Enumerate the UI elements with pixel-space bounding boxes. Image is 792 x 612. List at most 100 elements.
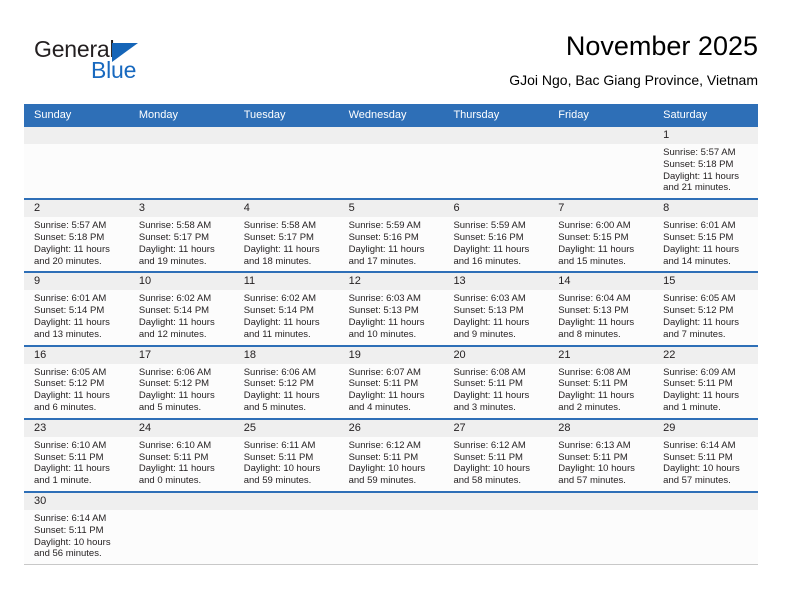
weekday-header-thursday: Thursday xyxy=(453,109,500,121)
calendar-day-cell[interactable]: 2 Sunrise: 5:57 AM Sunset: 5:18 PM Daylight… xyxy=(24,200,129,272)
sunset-time: Sunset: 5:14 PM xyxy=(243,305,314,317)
weekday-header-monday: Monday xyxy=(138,109,178,121)
calendar-day-cell[interactable]: 12 Sunrise: 6:03 AM Sunset: 5:13 PM Dayligh… xyxy=(338,273,444,345)
sunrise-time: Sunrise: 6:14 AM xyxy=(663,439,736,451)
daylight-duration-line1: Daylight: 11 hours xyxy=(348,243,425,255)
calendar-day-cell[interactable]: 9 Sunrise: 6:01 AM Sunset: 5:14 PM Daylight… xyxy=(24,273,129,345)
day-number xyxy=(338,492,444,510)
daylight-duration-line2: and 16 minutes. xyxy=(453,255,522,267)
calendar-day-cell-empty xyxy=(338,127,444,199)
daylight-duration-line2: and 15 minutes. xyxy=(558,255,626,267)
calendar-day-cell[interactable]: 25 Sunrise: 6:11 AM Sunset: 5:11 PM Dayligh… xyxy=(233,419,339,491)
day-number: 8 xyxy=(653,200,759,218)
daylight-duration-line1: Daylight: 11 hours xyxy=(243,390,320,402)
calendar-day-cell[interactable]: 22 Sunrise: 6:09 AM Sunset: 5:11 PM Dayligh… xyxy=(653,346,759,418)
day-number: 24 xyxy=(128,419,234,437)
sunrise-time: Sunrise: 6:01 AM xyxy=(34,293,107,305)
calendar-day-cell[interactable]: 3 Sunrise: 5:58 AM Sunset: 5:17 PM Daylight… xyxy=(128,200,234,272)
daylight-duration-line1: Daylight: 10 hours xyxy=(34,536,111,548)
calendar-day-cell[interactable]: 18 Sunrise: 6:06 AM Sunset: 5:12 PM Dayligh… xyxy=(233,346,339,418)
page-header: General Blue November 2025 GJoi Ngo, Bac… xyxy=(34,30,758,100)
daylight-duration-line2: and 5 minutes. xyxy=(138,401,202,413)
calendar-week-row: 2 Sunrise: 5:57 AM Sunset: 5:18 PM Daylight… xyxy=(24,200,759,274)
calendar-day-cell[interactable]: 6 Sunrise: 5:59 AM Sunset: 5:16 PM Daylight… xyxy=(443,200,549,272)
sunset-time: Sunset: 5:11 PM xyxy=(453,378,523,390)
sunrise-time: Sunrise: 6:07 AM xyxy=(348,366,421,378)
calendar-day-cell[interactable]: 23 Sunrise: 6:10 AM Sunset: 5:11 PM Dayligh… xyxy=(24,419,129,491)
daylight-duration-line1: Daylight: 11 hours xyxy=(453,243,530,255)
calendar-day-cell-empty xyxy=(233,492,339,565)
sunrise-time: Sunrise: 6:14 AM xyxy=(34,512,107,524)
sunrise-time: Sunrise: 6:08 AM xyxy=(558,366,631,378)
sunrise-time: Sunrise: 5:57 AM xyxy=(34,220,107,232)
calendar-day-cell[interactable]: 16 Sunrise: 6:05 AM Sunset: 5:12 PM Dayligh… xyxy=(24,346,129,418)
sunrise-time: Sunrise: 6:02 AM xyxy=(138,293,212,305)
calendar-day-cell[interactable]: 28 Sunrise: 6:13 AM Sunset: 5:11 PM Dayligh… xyxy=(548,419,654,491)
calendar-day-cell[interactable]: 19 Sunrise: 6:07 AM Sunset: 5:11 PM Dayligh… xyxy=(338,346,444,418)
sunset-time: Sunset: 5:11 PM xyxy=(348,378,419,390)
day-sun-info: Sunrise: 6:08 AM Sunset: 5:11 PM Daylight:… xyxy=(548,364,653,418)
sunrise-time: Sunrise: 6:04 AM xyxy=(558,293,631,305)
daylight-duration-line1: Daylight: 10 hours xyxy=(348,463,426,475)
day-number: 12 xyxy=(338,273,444,291)
day-sun-info: Sunrise: 6:12 AM Sunset: 5:11 PM Daylight:… xyxy=(443,437,548,491)
daylight-duration-line2: and 5 minutes. xyxy=(243,401,307,413)
calendar-day-cell[interactable]: 14 Sunrise: 6:04 AM Sunset: 5:13 PM Dayligh… xyxy=(548,273,654,345)
calendar-day-cell-empty xyxy=(338,492,444,565)
daylight-duration-line2: and 2 minutes. xyxy=(558,401,621,413)
day-sun-info: Sunrise: 6:12 AM Sunset: 5:11 PM Daylight:… xyxy=(339,437,444,491)
day-number xyxy=(24,127,129,144)
calendar-day-cell[interactable]: 20 Sunrise: 6:08 AM Sunset: 5:11 PM Dayligh… xyxy=(443,346,549,418)
calendar-day-cell[interactable]: 5 Sunrise: 5:59 AM Sunset: 5:16 PM Daylight… xyxy=(338,200,444,272)
daylight-duration-line1: Daylight: 11 hours xyxy=(348,316,425,328)
daylight-duration-line1: Daylight: 11 hours xyxy=(663,316,740,328)
day-sun-info: Sunrise: 6:13 AM Sunset: 5:11 PM Daylight:… xyxy=(548,437,653,491)
calendar-day-cell[interactable]: 24 Sunrise: 6:10 AM Sunset: 5:11 PM Dayligh… xyxy=(128,419,234,491)
day-sun-info: Sunrise: 5:58 AM Sunset: 5:17 PM Daylight:… xyxy=(129,217,234,271)
sunset-time: Sunset: 5:12 PM xyxy=(243,378,314,390)
general-blue-logo[interactable]: General Blue xyxy=(34,36,234,92)
calendar-day-cell[interactable]: 4 Sunrise: 5:58 AM Sunset: 5:17 PM Daylight… xyxy=(233,200,339,272)
day-number: 11 xyxy=(233,273,339,291)
calendar-day-cell[interactable]: 21 Sunrise: 6:08 AM Sunset: 5:11 PM Dayligh… xyxy=(548,346,654,418)
calendar-day-cell[interactable]: 1 Sunrise: 5:57 AM Sunset: 5:18 PM Daylight… xyxy=(653,127,759,199)
calendar-day-cell[interactable]: 29 Sunrise: 6:14 AM Sunset: 5:11 PM Dayligh… xyxy=(653,419,759,491)
sunset-time: Sunset: 5:11 PM xyxy=(34,524,104,536)
calendar-day-cell-empty xyxy=(548,127,654,199)
daylight-duration-line1: Daylight: 11 hours xyxy=(663,170,740,182)
sunset-time: Sunset: 5:18 PM xyxy=(663,158,734,170)
calendar-day-cell[interactable]: 15 Sunrise: 6:05 AM Sunset: 5:12 PM Dayligh… xyxy=(653,273,759,345)
day-number: 14 xyxy=(548,273,654,291)
day-number: 16 xyxy=(24,346,129,364)
sunrise-time: Sunrise: 6:06 AM xyxy=(243,366,317,378)
calendar-day-cell[interactable]: 26 Sunrise: 6:12 AM Sunset: 5:11 PM Dayligh… xyxy=(338,419,444,491)
calendar-day-cell[interactable]: 11 Sunrise: 6:02 AM Sunset: 5:14 PM Dayligh… xyxy=(233,273,339,345)
calendar-day-cell[interactable]: 27 Sunrise: 6:12 AM Sunset: 5:11 PM Dayligh… xyxy=(443,419,549,491)
calendar-day-cell[interactable]: 30 Sunrise: 6:14 AM Sunset: 5:11 PM Dayligh… xyxy=(24,492,129,565)
day-number xyxy=(443,492,549,510)
daylight-duration-line2: and 19 minutes. xyxy=(138,255,207,267)
sunrise-time: Sunrise: 6:03 AM xyxy=(453,293,526,305)
sunset-time: Sunset: 5:17 PM xyxy=(243,231,314,243)
day-sun-info: Sunrise: 5:59 AM Sunset: 5:16 PM Daylight:… xyxy=(443,217,548,271)
calendar-day-cell[interactable]: 8 Sunrise: 6:01 AM Sunset: 5:15 PM Daylight… xyxy=(653,200,759,272)
sunrise-time: Sunrise: 6:12 AM xyxy=(348,439,421,451)
day-number: 5 xyxy=(338,200,444,218)
daylight-duration-line2: and 1 minute. xyxy=(34,475,92,487)
daylight-duration-line1: Daylight: 11 hours xyxy=(34,316,110,328)
sunset-time: Sunset: 5:11 PM xyxy=(453,451,523,463)
sunrise-time: Sunrise: 6:05 AM xyxy=(34,366,107,378)
day-number xyxy=(128,492,234,510)
calendar-day-cell[interactable]: 13 Sunrise: 6:03 AM Sunset: 5:13 PM Dayligh… xyxy=(443,273,549,345)
calendar-day-cell[interactable]: 7 Sunrise: 6:00 AM Sunset: 5:15 PM Daylight… xyxy=(548,200,654,272)
day-sun-info: Sunrise: 6:07 AM Sunset: 5:11 PM Daylight:… xyxy=(339,364,444,418)
sunrise-time: Sunrise: 5:59 AM xyxy=(453,220,526,232)
day-number: 15 xyxy=(653,273,759,291)
day-sun-info: Sunrise: 5:57 AM Sunset: 5:18 PM Daylight:… xyxy=(653,144,758,198)
logo-text-blue: Blue xyxy=(91,57,137,83)
sunrise-time: Sunrise: 6:03 AM xyxy=(348,293,421,305)
daylight-duration-line2: and 1 minute. xyxy=(663,401,721,413)
calendar-day-cell[interactable]: 10 Sunrise: 6:02 AM Sunset: 5:14 PM Dayligh… xyxy=(128,273,234,345)
calendar-day-cell[interactable]: 17 Sunrise: 6:06 AM Sunset: 5:12 PM Dayligh… xyxy=(128,346,234,418)
title-block: November 2025 GJoi Ngo, Bac Giang Provin… xyxy=(509,30,758,90)
